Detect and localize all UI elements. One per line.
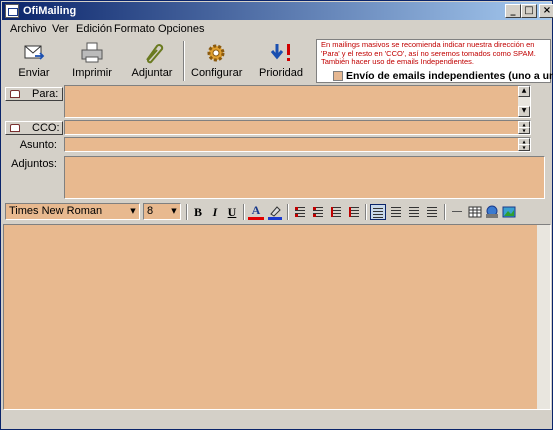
paperclip-icon [146,44,164,64]
format-toolbar: Times New Roman ▼ 8 ▼ B I U A [3,202,551,222]
subject-row: Asunto: ▲ ▼ [3,137,551,153]
configure-button[interactable]: Configurar [191,39,243,83]
send-icon [24,45,45,60]
address-book-icon [10,90,20,98]
bcc-field[interactable]: ▲ ▼ [64,120,531,135]
indent-icon[interactable] [346,204,362,220]
align-justify-icon[interactable] [424,204,440,220]
scroll-up-icon[interactable]: ▲ [518,86,530,97]
horizontal-rule-icon[interactable] [449,204,465,220]
menu-formato[interactable]: Formato [114,23,155,35]
spam-notice-text: En mailings masivos se recomienda indica… [321,40,536,67]
bcc-scrollbar[interactable]: ▲ ▼ [518,121,530,134]
chevron-down-icon[interactable]: ▼ [127,204,139,219]
to-row: Para: ▲ ▼ [3,85,551,119]
align-right-icon[interactable] [406,204,422,220]
menu-edicion[interactable]: Edición [76,23,112,35]
title-bar[interactable]: OfiMailing _ □ × [2,2,553,20]
window-title: OfiMailing [23,5,77,17]
scroll-down-icon[interactable]: ▼ [518,144,530,151]
attach-label: Adjuntar [131,67,173,79]
menu-archivo[interactable]: Archivo [10,23,47,35]
bcc-row: CCO: ▲ ▼ [3,120,551,136]
independent-emails-label[interactable]: Envío de emails independientes (uno a un… [346,70,553,82]
format-separator [287,204,289,220]
attachments-row: Adjuntos: [3,154,551,200]
to-label: Para: [32,88,59,100]
outdent-icon[interactable] [328,204,344,220]
scroll-down-icon[interactable]: ▼ [518,127,530,134]
main-toolbar: Enviar Imprimir Adjuntar Configurar Prio… [3,39,315,84]
font-color-icon[interactable]: A [248,204,264,220]
printer-icon [81,42,103,63]
subject-field[interactable]: ▲ ▼ [64,137,531,152]
link-icon[interactable] [484,204,500,220]
underline-icon[interactable]: U [224,204,240,220]
table-icon[interactable] [467,204,483,220]
attach-button[interactable]: Adjuntar [127,39,177,83]
font-size-value: 8 [147,205,154,217]
attachments-label: Adjuntos: [11,158,57,170]
app-mail-icon [5,4,19,18]
print-button[interactable]: Imprimir [69,39,115,83]
subject-scrollbar[interactable]: ▲ ▼ [518,138,530,151]
highlight-color-icon[interactable] [267,204,283,220]
configure-label: Configurar [191,67,243,79]
address-book-icon [10,124,20,132]
menu-opciones[interactable]: Opciones [158,23,204,35]
app-window: OfiMailing _ □ × Archivo Ver Edición For… [0,0,553,430]
spam-notice-panel: En mailings masivos se recomienda indica… [316,39,553,83]
bcc-label: CCO: [32,122,60,134]
italic-icon[interactable]: I [207,204,223,220]
subject-label: Asunto: [19,139,57,151]
image-icon[interactable] [501,204,517,220]
bullet-list-icon[interactable] [292,204,308,220]
chevron-down-icon[interactable]: ▼ [168,204,180,219]
menu-ver[interactable]: Ver [52,23,69,35]
format-separator [365,204,367,220]
font-family-select[interactable]: Times New Roman ▼ [5,203,140,220]
send-label: Enviar [18,67,50,79]
font-size-select[interactable]: 8 ▼ [143,203,181,220]
print-label: Imprimir [72,67,112,79]
independent-emails-checkbox[interactable] [333,71,343,81]
priority-icon [270,44,290,61]
format-separator [186,204,188,220]
scroll-down-icon[interactable]: ▼ [518,106,530,117]
numbered-list-icon[interactable] [310,204,326,220]
format-separator [243,204,245,220]
format-separator [444,204,446,220]
gear-icon [207,44,225,62]
priority-label: Prioridad [258,67,304,79]
font-family-value: Times New Roman [9,205,103,217]
to-field[interactable]: ▲ ▼ [64,85,531,118]
maximize-button[interactable]: □ [521,4,537,18]
align-left-icon[interactable] [370,204,386,220]
bcc-address-book-button[interactable]: CCO: [5,121,63,135]
minimize-button[interactable]: _ [505,4,521,18]
menu-bar: Archivo Ver Edición Formato Opciones [3,21,551,38]
message-body-editor[interactable] [3,224,551,410]
to-address-book-button[interactable]: Para: [5,87,63,101]
bold-icon[interactable]: B [190,204,206,220]
editor-scrollbar[interactable] [537,225,550,409]
to-scrollbar[interactable]: ▲ ▼ [518,86,530,117]
send-button[interactable]: Enviar [11,39,57,83]
attachments-field[interactable] [64,156,545,199]
priority-button[interactable]: Prioridad [257,39,305,83]
close-button[interactable]: × [539,4,553,18]
toolbar-separator [183,41,185,81]
align-center-icon[interactable] [388,204,404,220]
